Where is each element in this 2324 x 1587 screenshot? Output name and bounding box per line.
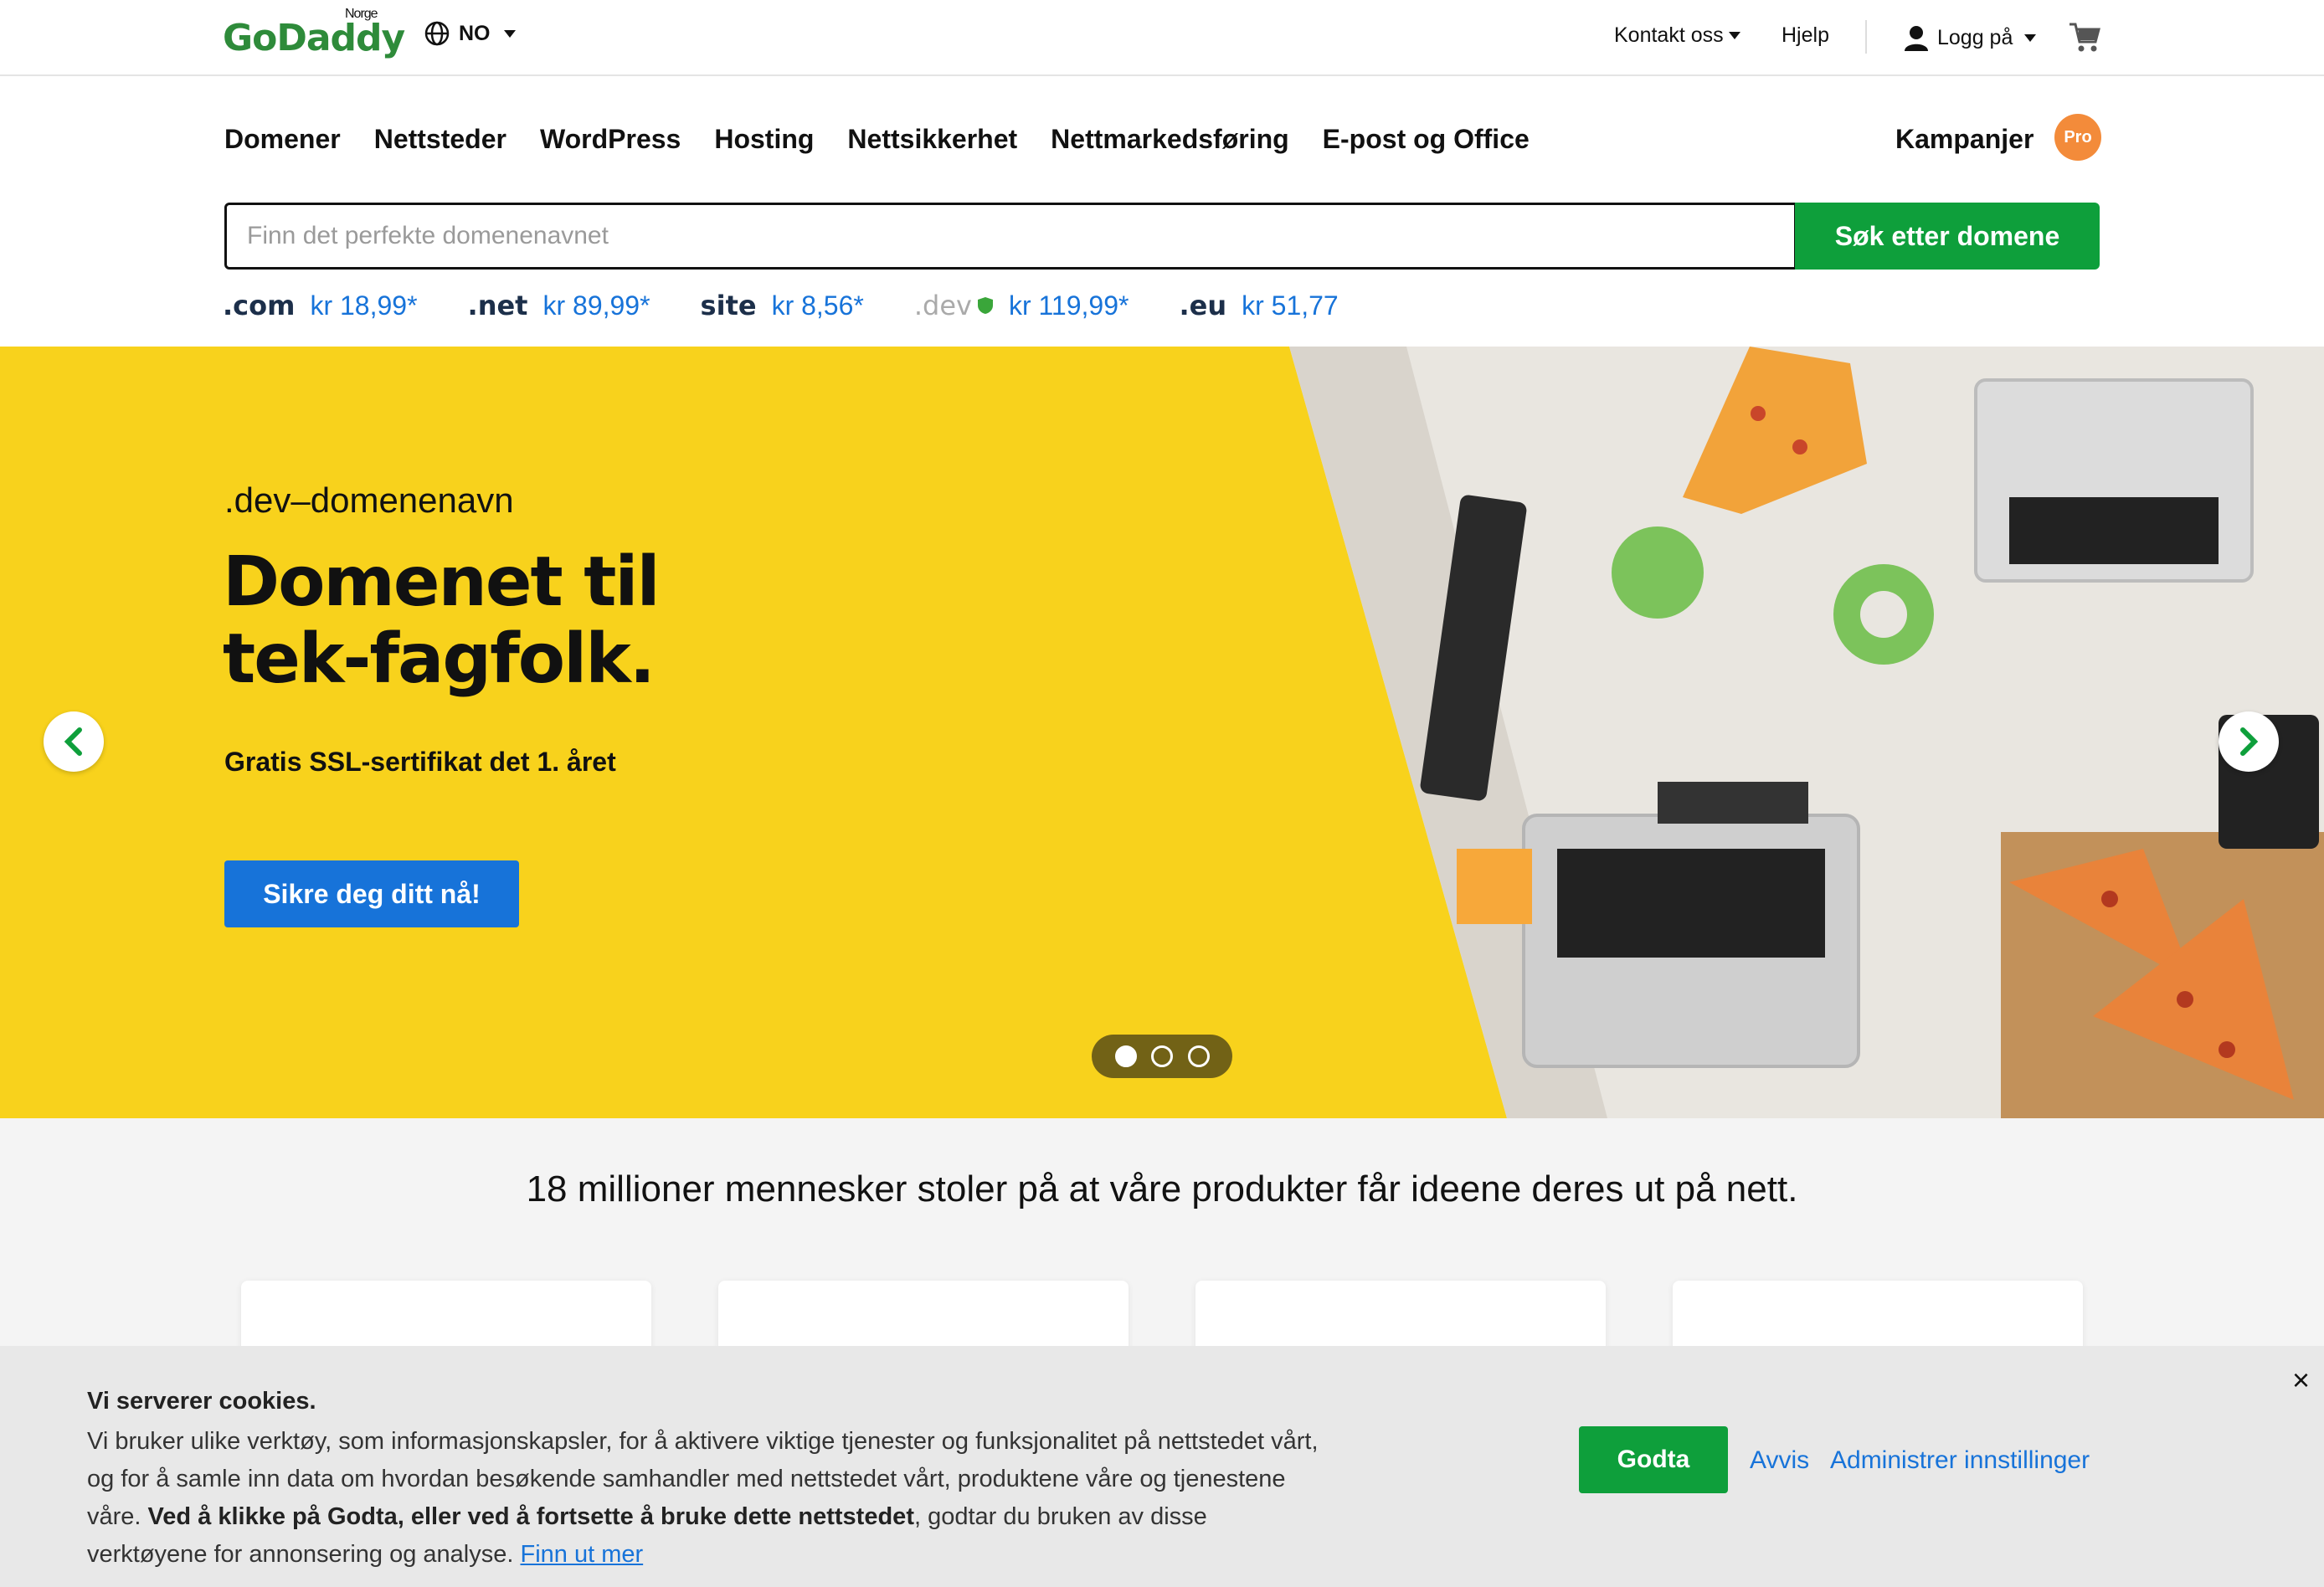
language-label: NO [459,21,491,45]
carousel-next-button[interactable] [2219,711,2279,772]
hero-subtitle: Gratis SSL-sertifikat det 1. året [224,747,616,777]
nav-item-epost-office[interactable]: E-post og Office [1323,124,1530,155]
contact-label: Kontakt oss [1614,23,1724,47]
tld-name: .net [467,290,528,321]
cart-button[interactable] [2068,22,2101,58]
tld-price: kr 51,77 [1242,290,1339,321]
tld-price: kr 89,99* [542,290,650,321]
logo-wordmark: GoDaddy [223,17,405,59]
nav-item-kampanjer[interactable]: Kampanjer [1895,124,2034,155]
learn-more-link[interactable]: Finn ut mer [520,1541,643,1568]
search-domain-button[interactable]: Søk etter domene [1795,203,2100,270]
user-icon [1905,26,1928,51]
nav-item-nettsteder[interactable]: Nettsteder [374,124,506,155]
promo-label: Kampanjer [1895,124,2034,154]
shopping-cart-icon [2069,23,2100,52]
tld-price: kr 8,56* [771,290,864,321]
chevron-down-icon [2024,33,2037,42]
help-label: Hjelp [1782,23,1829,47]
tld-item-eu[interactable]: .eu kr 51,77 [1179,290,1338,321]
cookie-body: Vi bruker ulike verktøy, som informasjon… [87,1423,1326,1574]
hero-cta-label: Sikre deg ditt nå! [263,878,481,909]
accept-cookies-button[interactable]: Godta [1579,1426,1728,1493]
cookie-banner: Vi serverer cookies. Vi bruker ulike ver… [0,1346,2324,1587]
nav-item-nettsikkerhet[interactable]: Nettsikkerhet [847,124,1017,155]
tld-price: kr 119,99* [1008,290,1129,321]
manage-settings-link[interactable]: Administrer innstillinger [1830,1446,2090,1475]
carousel-dot-2[interactable] [1151,1045,1173,1067]
pro-badge[interactable]: Pro [2054,114,2101,161]
globe-icon [424,21,450,46]
domain-search-input[interactable] [224,203,1797,270]
carousel-dot-1[interactable] [1114,1045,1137,1067]
language-selector[interactable]: NO [424,20,516,47]
help-link[interactable]: Hjelp [1782,23,1829,48]
tld-name: .dev [913,290,972,321]
hero-kicker: .dev–domenenavn [224,480,514,520]
reject-cookies-link[interactable]: Avvis [1750,1446,1809,1475]
divider [1865,20,1867,54]
shield-icon [977,297,993,314]
logo-region: Norge [345,7,378,21]
trust-headline: 18 millioner mennesker stoler på at våre… [526,1168,1798,1210]
tld-item-com[interactable]: .com kr 18,99* [223,290,418,321]
login-label: Logg på [1937,25,2013,49]
hero-cta-button[interactable]: Sikre deg ditt nå! [224,860,519,927]
contact-menu[interactable]: Kontakt oss [1614,23,1740,48]
chevron-down-icon [503,29,516,38]
chevron-left-icon [64,727,82,756]
hero-desk-photo [1289,347,2324,1118]
domain-search: Søk etter domene [224,203,2100,270]
carousel-dot-3[interactable] [1187,1045,1210,1067]
cookie-title: Vi serverer cookies. [87,1388,316,1415]
hero-carousel: .dev–domenenavn Domenet til tek-fagfolk.… [0,347,2324,1118]
nav-item-nettmarkedsforing[interactable]: Nettmarkedsføring [1051,124,1289,155]
login-menu[interactable]: Logg på [1902,23,2037,52]
tld-item-dev[interactable]: .dev kr 119,99* [914,290,1129,321]
chevron-right-icon [2240,727,2259,756]
hero-title: Domenet til tek-fagfolk. [223,542,661,699]
tld-name: .com [223,290,296,321]
godaddy-logo[interactable]: GoDaddy Norge [223,7,405,59]
nav-item-hosting[interactable]: Hosting [714,124,814,155]
carousel-prev-button[interactable] [44,711,104,772]
chevron-down-icon [1728,32,1740,39]
pro-badge-label: Pro [2064,127,2092,146]
tld-price-list: .com kr 18,99* .net kr 89,99* site kr 8,… [223,290,1389,321]
nav-item-wordpress[interactable]: WordPress [540,124,681,155]
tld-item-site[interactable]: site kr 8,56* [701,290,864,321]
accept-label: Godta [1617,1446,1690,1473]
cookie-body-bold: Ved å klikke på Godta, eller ved å forts… [147,1503,914,1530]
tld-item-net[interactable]: .net kr 89,99* [468,290,650,321]
tld-name: site [700,290,757,321]
close-icon[interactable]: × [2292,1363,2310,1398]
search-button-label: Søk etter domene [1834,220,2060,251]
tld-name: .eu [1179,290,1227,321]
tld-price: kr 18,99* [310,290,418,321]
top-utility-bar: GoDaddy Norge NO Kontakt oss Hjelp Logg … [0,0,2324,76]
main-nav: Domener Nettsteder WordPress Hosting Net… [224,124,1563,155]
nav-item-domener[interactable]: Domener [224,124,341,155]
carousel-indicators [1092,1035,1232,1078]
